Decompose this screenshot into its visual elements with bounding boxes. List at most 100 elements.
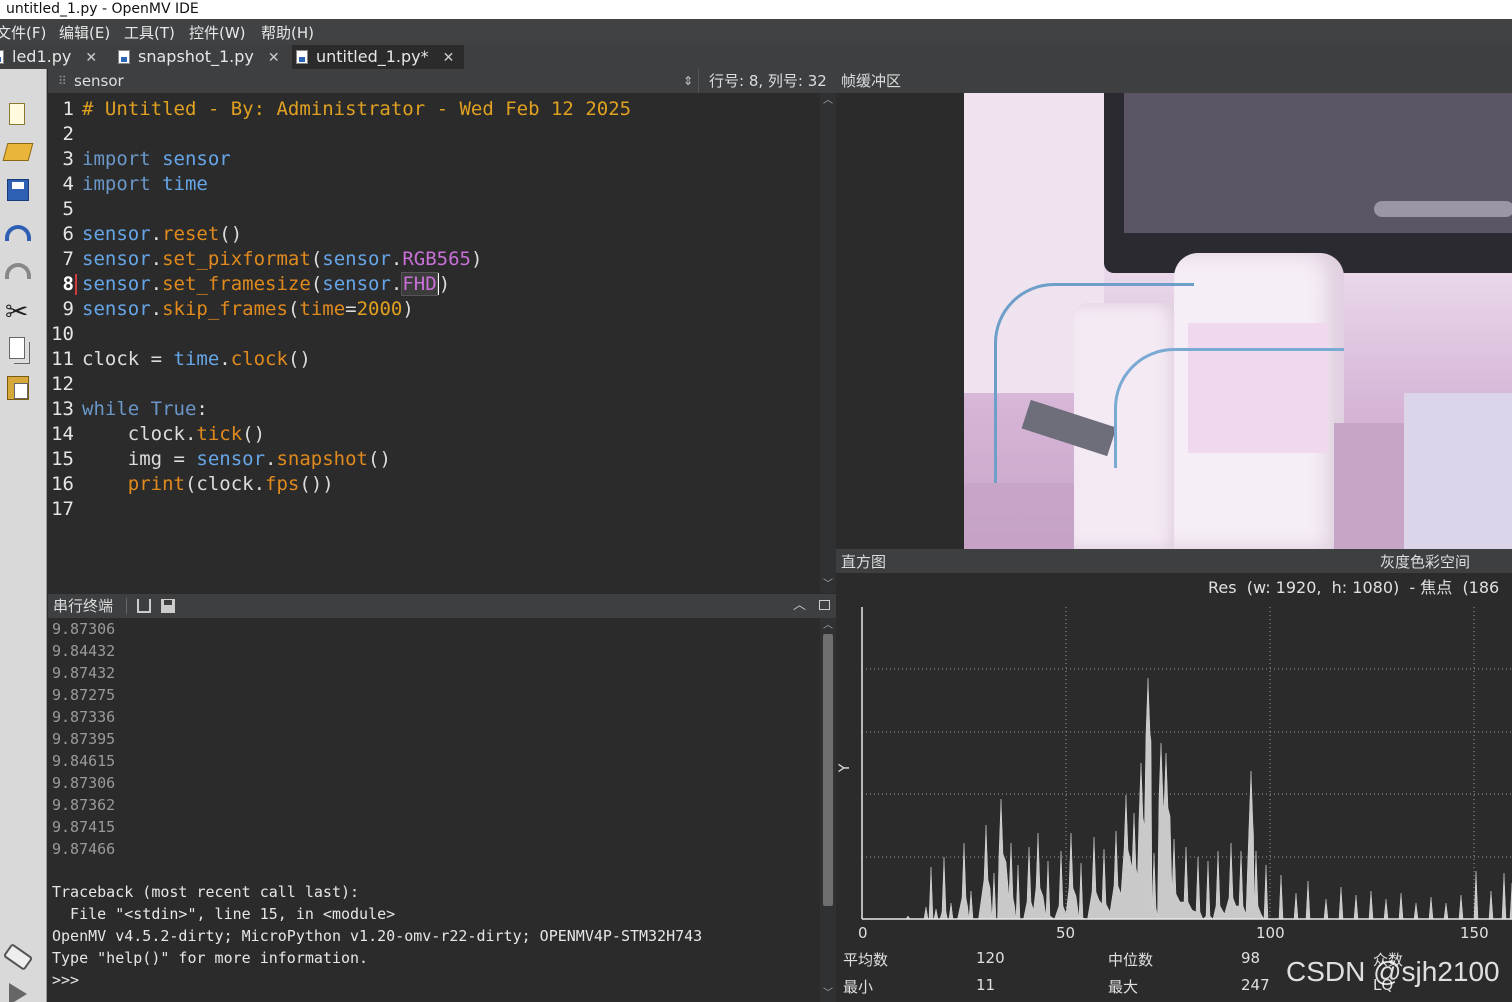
min-label: 最小	[843, 978, 874, 996]
terminal-output-line: OpenMV v4.5.2-dirty; MicroPython v1.20-o…	[52, 927, 703, 945]
framebuffer-viewer[interactable]	[836, 93, 1512, 549]
drag-grip-icon: ⠿	[58, 74, 67, 88]
line-number: 2	[62, 123, 74, 145]
menu-help[interactable]: 帮助(H)	[261, 19, 314, 45]
selector-arrows-icon[interactable]: ⇕	[683, 69, 693, 93]
histogram-title: 直方图	[841, 553, 887, 571]
close-tab-icon[interactable]: ✕	[443, 50, 455, 66]
code-line[interactable]: 9 sensor.skip_frames(time=2000)	[48, 297, 820, 322]
code-line[interactable]: 12	[48, 372, 820, 397]
close-tab-icon[interactable]: ✕	[268, 50, 280, 66]
redo-icon	[5, 263, 31, 279]
tab-untitled[interactable]: untitled_1.py* ✕	[292, 45, 464, 69]
divider	[126, 598, 127, 614]
line-number: 14	[51, 423, 74, 445]
editor-scrollbar[interactable]: ︿ ﹀	[820, 93, 836, 593]
terminal-output-line: 9.87432	[52, 664, 116, 682]
code-line[interactable]: 8 sensor.set_framesize(sensor.FHD)	[48, 272, 820, 297]
connect-button[interactable]	[2, 942, 34, 973]
code-line[interactable]: 7 sensor.set_pixformat(sensor.RGB565)	[48, 247, 820, 272]
document-selector[interactable]: sensor	[74, 69, 124, 93]
copy-button[interactable]	[3, 335, 33, 365]
floppy-disk-icon	[7, 179, 29, 201]
code-line[interactable]: 6 sensor.reset()	[48, 222, 820, 247]
code-line[interactable]: 10	[48, 322, 820, 347]
code-line[interactable]: 3 import sensor	[48, 147, 820, 172]
y-axis-label: Y	[837, 763, 853, 773]
float-window-icon[interactable]	[819, 600, 830, 610]
scroll-down-icon[interactable]: ﹀	[820, 579, 836, 591]
tab-label: led1.py	[12, 47, 72, 66]
file-tab-bar: led1.py ✕ snapshot_1.py ✕ untitled_1.py* ✕	[0, 45, 1512, 69]
folder-open-icon	[2, 143, 34, 161]
code-text: import time	[82, 173, 208, 195]
menu-widgets[interactable]: 控件(W)	[189, 19, 246, 45]
clear-terminal-icon[interactable]	[137, 599, 151, 613]
code-line[interactable]: 15 img = sensor.snapshot()	[48, 447, 820, 472]
code-line[interactable]: 1 # Untitled - By: Administrator - Wed Fe…	[48, 97, 820, 122]
close-tab-icon[interactable]: ✕	[85, 50, 97, 66]
menu-tools[interactable]: 工具(T)	[124, 19, 175, 45]
save-terminal-icon[interactable]	[161, 599, 175, 613]
max-label: 最大	[1108, 978, 1139, 996]
terminal-output-line: 9.84615	[52, 752, 116, 770]
code-line[interactable]: 2	[48, 122, 820, 147]
copy-icon	[9, 337, 25, 359]
window-title: untitled_1.py - OpenMV IDE	[0, 0, 1512, 19]
watermark: CSDN @sjh2100	[1286, 956, 1500, 987]
open-file-button[interactable]	[2, 137, 34, 167]
line-number: 1	[62, 98, 74, 120]
box-right	[1404, 393, 1512, 549]
mean-label: 平均数	[843, 951, 889, 969]
python-file-icon	[0, 50, 4, 64]
terminal-scrollbar[interactable]: ︿ ﹀	[820, 618, 836, 1002]
code-editor[interactable]: 1 # Untitled - By: Administrator - Wed Fe…	[48, 93, 820, 593]
redo-button[interactable]	[3, 257, 33, 287]
menu-file[interactable]: 文件(F)	[0, 19, 46, 45]
code-line[interactable]: 14 clock.tick()	[48, 422, 820, 447]
menu-edit[interactable]: 编辑(E)	[59, 19, 110, 45]
scroll-thumb[interactable]	[823, 634, 833, 906]
run-button[interactable]	[3, 979, 33, 1002]
current-line-marker	[75, 274, 77, 295]
python-file-icon	[118, 50, 130, 64]
code-line[interactable]: 11 clock = time.clock()	[48, 347, 820, 372]
code-text: import sensor	[82, 148, 231, 170]
serial-terminal[interactable]: 9.87306 9.84432 9.87432 9.87275 9.87336 9.873…	[48, 618, 820, 1002]
code-line[interactable]: 16 print(clock.fps())	[48, 472, 820, 497]
x-tick-150: 150	[1460, 924, 1489, 942]
terminal-output-line: 9.87466	[52, 840, 116, 858]
paste-icon	[7, 376, 29, 400]
code-line[interactable]: 13 while True:	[48, 397, 820, 422]
median-label: 中位数	[1108, 951, 1154, 969]
resolution-text: Res (w: 1920, h: 1080) - 焦点 (186	[1208, 578, 1500, 597]
line-number: 10	[51, 323, 74, 345]
histogram-area	[862, 677, 1512, 920]
paste-button[interactable]	[3, 373, 33, 403]
code-text: print(clock.fps())	[127, 473, 334, 495]
line-number: 7	[62, 248, 74, 270]
code-line[interactable]: 17	[48, 497, 820, 522]
tab-snapshot[interactable]: snapshot_1.py ✕	[114, 45, 290, 69]
scroll-up-icon[interactable]: ︿	[820, 620, 836, 632]
save-file-button[interactable]	[3, 175, 33, 205]
collapse-icon[interactable]: ︿	[793, 594, 806, 618]
code-line[interactable]: 4 import time	[48, 172, 820, 197]
scroll-down-icon[interactable]: ﹀	[820, 988, 836, 1000]
line-number: 15	[51, 448, 74, 470]
cursor-position: 行号: 8, 列号: 32	[698, 69, 827, 93]
undo-button[interactable]	[3, 219, 33, 249]
menu-bar: 文件(F) 编辑(E) 工具(T) 控件(W) 帮助(H)	[0, 19, 1512, 45]
scroll-up-icon[interactable]: ︿	[820, 95, 836, 107]
code-line[interactable]: 5	[48, 197, 820, 222]
line-number: 9	[62, 298, 74, 320]
terminal-output-line: 9.87306	[52, 620, 116, 638]
new-file-button[interactable]	[3, 99, 33, 129]
x-tick-100: 100	[1256, 924, 1285, 942]
line-number: 11	[51, 348, 74, 370]
undo-icon	[5, 225, 31, 241]
cut-button[interactable]: ✂	[3, 297, 33, 327]
tab-led1[interactable]: led1.py ✕	[0, 45, 110, 69]
terminal-output-line: 9.87362	[52, 796, 116, 814]
color-space-selector[interactable]: 灰度色彩空间	[1380, 549, 1470, 575]
